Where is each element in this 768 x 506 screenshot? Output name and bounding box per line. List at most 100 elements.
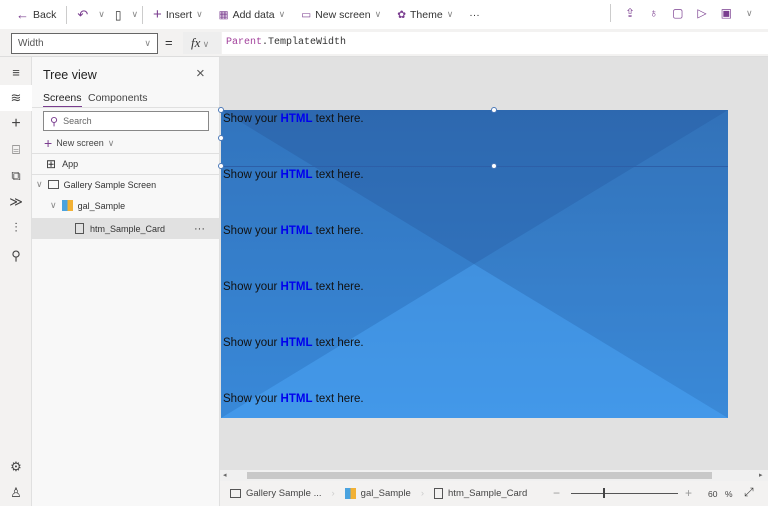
breadcrumb-html-card[interactable]: htm_Sample_Card	[424, 488, 537, 499]
insert-button[interactable]: + Insert ∨	[147, 3, 209, 27]
breadcrumb-gallery[interactable]: gal_Sample	[335, 488, 421, 499]
account-icon[interactable]: ♙	[0, 480, 32, 506]
html-text-row[interactable]: Show your HTML text here.	[223, 337, 364, 349]
html-text-row[interactable]: Show your HTML text here.	[223, 225, 364, 237]
app-checker-icon[interactable]: ♁	[649, 6, 658, 20]
clipboard-icon: ▯	[114, 7, 122, 22]
html-text-icon	[75, 223, 84, 234]
html-text-icon	[434, 488, 444, 499]
tree-item-html-card[interactable]: htm_Sample_Card ···	[32, 218, 219, 239]
settings-icon[interactable]: ⚙	[0, 454, 32, 480]
chevron-down-icon: ∨	[107, 137, 115, 148]
power-automate-icon[interactable]: ≫	[0, 189, 32, 215]
zoom-unit: %	[725, 489, 733, 499]
zoom-slider-thumb[interactable]	[603, 488, 606, 498]
add-data-button[interactable]: ▦ Add data ∨	[213, 3, 292, 27]
new-screen-button[interactable]: + New screen ∨	[44, 135, 114, 151]
scroll-right-icon[interactable]: ▸	[759, 471, 763, 479]
tab-components[interactable]: Components	[88, 92, 148, 104]
divider	[142, 5, 144, 24]
close-icon[interactable]: ×	[196, 65, 205, 82]
status-bar: Gallery Sample ... › gal_Sample › htm_Sa…	[220, 481, 768, 506]
panel-title: Tree view	[43, 68, 97, 82]
chevron-down-icon: ∨	[144, 38, 151, 48]
chevron-down-icon: ∨	[446, 9, 454, 19]
zoom-out-button[interactable]: −	[553, 486, 560, 500]
zoom-value: 60	[708, 489, 718, 499]
formula-input[interactable]: Parent.TemplateWidth	[222, 32, 768, 54]
arrow-left-icon: ←	[16, 7, 29, 22]
plus-icon: +	[44, 135, 53, 151]
chevron-down-icon[interactable]: ∨	[131, 9, 138, 20]
media-icon[interactable]: ⧉	[0, 163, 32, 189]
resize-handle[interactable]	[491, 107, 497, 113]
paste-button[interactable]: ▯	[109, 3, 128, 27]
search-icon: ⚲	[50, 115, 59, 128]
html-text-row[interactable]: Show your HTML text here.	[223, 169, 364, 181]
share-icon[interactable]: ⇪	[625, 6, 635, 20]
resize-handle[interactable]	[491, 163, 497, 169]
zoom-slider[interactable]	[571, 493, 678, 494]
tree-view-panel: Tree view × Screens Components ⚲ Search +…	[32, 57, 220, 506]
app-icon: ⊞	[46, 157, 57, 171]
chevron-down-icon: ∨	[196, 9, 203, 19]
chevron-down-icon[interactable]: ∨	[98, 9, 105, 20]
database-icon: ▦	[218, 8, 229, 21]
tree-item-gallery[interactable]: ∨ gal_Sample	[50, 200, 125, 211]
hamburger-icon[interactable]: ≡	[0, 59, 32, 85]
divider	[610, 4, 611, 22]
divider	[66, 5, 68, 24]
chevron-down-icon[interactable]: ∨	[50, 200, 57, 211]
scroll-left-icon[interactable]: ◂	[223, 471, 227, 479]
gallery-icon	[61, 200, 73, 211]
chevron-down-icon: ∨	[374, 9, 382, 19]
left-rail: ≡ ≋ + ⌸ ⧉ ≫ ⫶ ⚲ ⚙ ♙	[0, 57, 32, 506]
background-pattern	[221, 110, 728, 418]
horizontal-scrollbar[interactable]: ◂ ▸	[220, 470, 768, 481]
gallery-icon	[344, 488, 356, 499]
formula-bar: Width ∨ = fx ∨ Parent.TemplateWidth	[0, 29, 768, 57]
resize-handle[interactable]	[218, 163, 224, 169]
back-button[interactable]: ← Back	[10, 3, 62, 27]
theme-button[interactable]: ✿ Theme ∨	[391, 3, 459, 27]
new-screen-button[interactable]: ▭ New screen ∨	[295, 3, 387, 27]
palette-icon: ✿	[397, 8, 407, 21]
property-dropdown[interactable]: Width ∨	[11, 33, 158, 54]
search-input[interactable]: ⚲ Search	[43, 111, 209, 131]
fit-to-window-icon[interactable]: ⤢	[744, 485, 754, 500]
tree-item-app[interactable]: ⊞ App	[46, 157, 78, 171]
html-text-row[interactable]: Show your HTML text here.	[223, 281, 364, 293]
search-icon[interactable]: ⚲	[0, 243, 32, 269]
chevron-down-icon[interactable]: ∨	[36, 179, 43, 190]
screen-icon	[47, 180, 59, 189]
resize-handle[interactable]	[218, 135, 224, 141]
fx-button[interactable]: fx ∨	[183, 32, 221, 54]
chevron-down-icon[interactable]: ∨	[746, 8, 753, 19]
more-button[interactable]: ···	[463, 3, 486, 27]
gallery-screen[interactable]: Show your HTML text here. Show your HTML…	[221, 110, 728, 418]
data-icon[interactable]: ⌸	[0, 137, 32, 163]
html-text-row[interactable]: Show your HTML text here.	[223, 113, 364, 125]
save-icon[interactable]: ▣	[721, 6, 732, 20]
breadcrumb-screen[interactable]: Gallery Sample ...	[220, 488, 332, 499]
selection-line	[221, 166, 728, 167]
plus-icon: +	[153, 6, 162, 23]
variables-icon[interactable]: ⫶	[0, 215, 32, 241]
resize-handle[interactable]	[218, 107, 224, 113]
comment-icon[interactable]: ▢	[672, 6, 683, 20]
divider	[32, 174, 220, 175]
zoom-in-button[interactable]: +	[685, 486, 692, 500]
tab-screens[interactable]: Screens	[43, 92, 82, 108]
tree-item-screen[interactable]: ∨ Gallery Sample Screen	[36, 179, 156, 190]
html-text-row[interactable]: Show your HTML text here.	[223, 393, 364, 405]
play-icon[interactable]: ▷	[697, 6, 706, 20]
chevron-down-icon: ∨	[278, 9, 286, 19]
layers-icon[interactable]: ≋	[0, 85, 32, 111]
divider	[32, 107, 220, 108]
scrollbar-thumb[interactable]	[247, 472, 712, 479]
more-options-icon[interactable]: ···	[194, 223, 205, 235]
insert-icon[interactable]: +	[0, 111, 32, 137]
screen-icon	[230, 489, 241, 498]
equals-sign: =	[165, 35, 173, 50]
undo-button[interactable]: ↶	[71, 3, 94, 27]
